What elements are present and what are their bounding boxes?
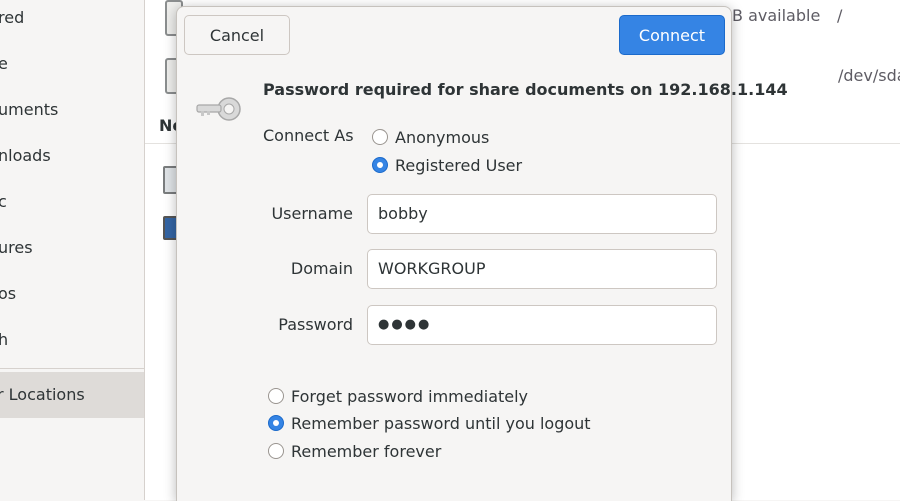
sidebar-item-music[interactable]: c: [0, 192, 7, 211]
radio-forget-password[interactable]: Forget password immediately: [268, 384, 528, 408]
radio-remember-until-logout[interactable]: Remember password until you logout: [268, 411, 591, 435]
sidebar-item-videos[interactable]: os: [0, 284, 16, 303]
device-path: /dev/sda: [838, 66, 900, 85]
sidebar-item-label: r Locations: [0, 385, 85, 404]
password-dialog: Cancel Connect Password required for sha…: [176, 6, 788, 501]
sidebar-item-other-locations[interactable]: r Locations: [0, 372, 144, 418]
radio-registered-user[interactable]: Registered User: [372, 153, 522, 177]
radio-label: Anonymous: [395, 127, 490, 147]
radio-remember-forever[interactable]: Remember forever: [268, 439, 441, 463]
sidebar: red e uments nloads c ures os h r Locati…: [0, 0, 145, 500]
sidebar-item-downloads[interactable]: nloads: [0, 146, 51, 165]
radio-label: Forget password immediately: [291, 386, 529, 406]
radio-label: Remember password until you logout: [291, 413, 591, 433]
connect-as-label: Connect As: [263, 126, 354, 145]
sidebar-item-documents[interactable]: uments: [0, 100, 58, 119]
radio-button-selected[interactable]: [372, 157, 388, 173]
cancel-button[interactable]: Cancel: [184, 15, 290, 55]
domain-field[interactable]: WORKGROUP: [367, 249, 717, 289]
radio-button[interactable]: [268, 388, 284, 404]
password-label: Password: [278, 315, 353, 334]
domain-label: Domain: [290, 259, 353, 278]
connect-button[interactable]: Connect: [619, 15, 725, 55]
key-icon: [196, 97, 241, 121]
sidebar-divider: [0, 368, 144, 369]
radio-button[interactable]: [372, 129, 388, 145]
sidebar-item-trash[interactable]: h: [0, 330, 8, 349]
radio-button[interactable]: [268, 443, 284, 459]
username-label: Username: [271, 204, 353, 223]
radio-label: Remember forever: [291, 441, 442, 461]
sidebar-item-home[interactable]: e: [0, 54, 8, 73]
username-field[interactable]: bobby: [367, 194, 717, 234]
radio-anonymous[interactable]: Anonymous: [372, 125, 489, 149]
sidebar-item-pictures[interactable]: ures: [0, 238, 33, 257]
sidebar-item-starred[interactable]: red: [0, 8, 24, 27]
radio-label: Registered User: [395, 155, 523, 175]
dialog-prompt: Password required for share documents on…: [263, 80, 788, 99]
radio-button-selected[interactable]: [268, 415, 284, 431]
password-field[interactable]: ●●●●: [367, 305, 717, 345]
storage-available-text: B available: [732, 6, 821, 25]
mount-point: /: [837, 6, 843, 25]
